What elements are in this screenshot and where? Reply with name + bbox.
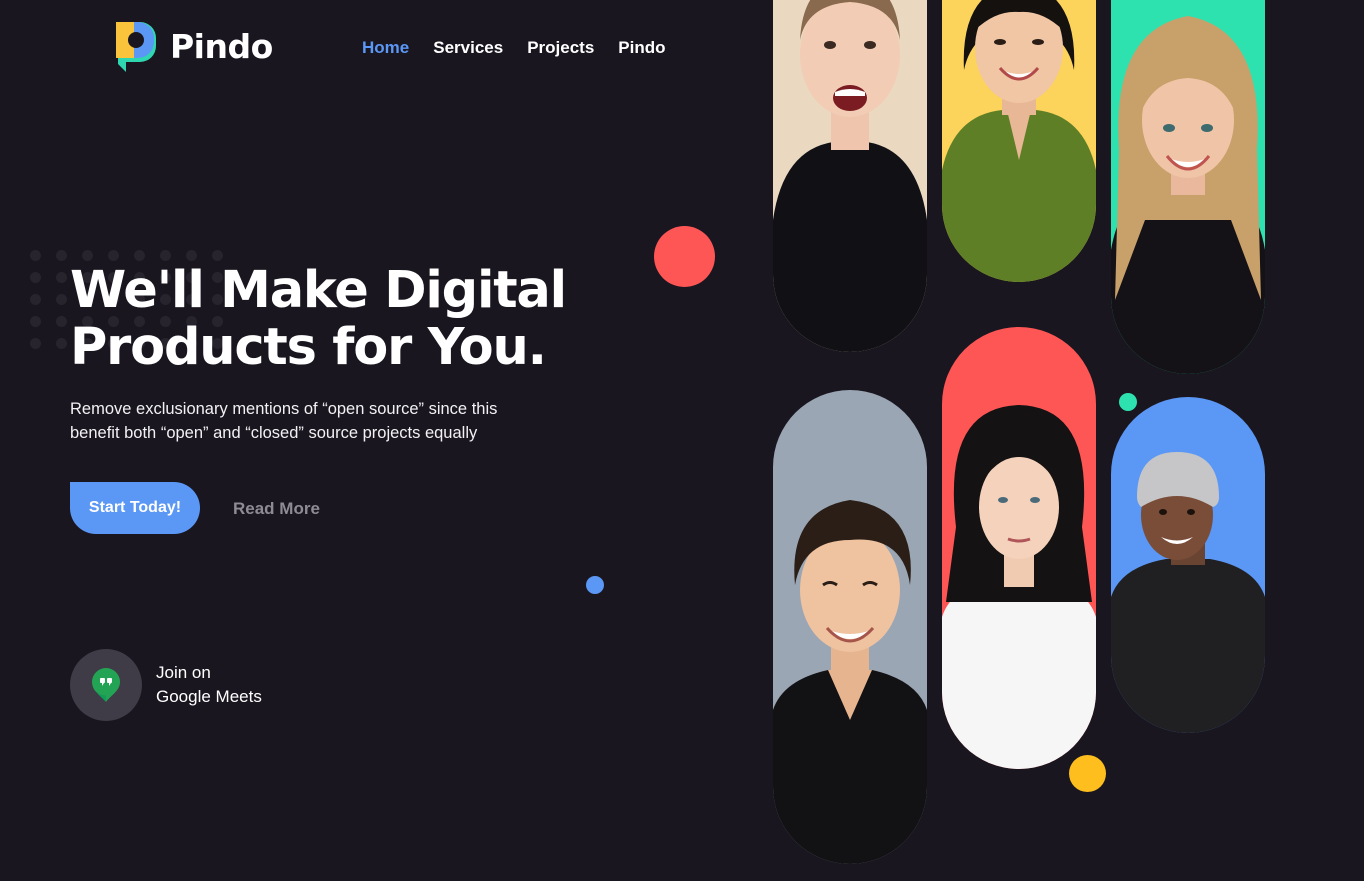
grid-dot	[56, 338, 67, 349]
meet-line-1: Join on	[156, 663, 211, 682]
grid-dot	[30, 294, 41, 305]
google-meets-link[interactable]: Join on Google Meets	[70, 649, 262, 721]
nav-item-pindo[interactable]: Pindo	[618, 38, 665, 58]
grid-dot	[82, 250, 93, 261]
subtext-line-2: benefit both “open” and “closed” source …	[70, 424, 478, 442]
red-circle-decoration	[654, 226, 715, 287]
grid-dot	[30, 338, 41, 349]
grid-dot	[186, 250, 197, 261]
nav-item-services[interactable]: Services	[433, 38, 503, 58]
grid-dot	[56, 272, 67, 283]
hero-headline: We'll Make Digital Products for You.	[70, 262, 650, 376]
nav-item-home[interactable]: Home	[362, 38, 409, 58]
woman-dark-hair-photo	[942, 327, 1096, 769]
main-nav: Home Services Projects Pindo	[362, 38, 666, 58]
man-black-shirt-photo	[773, 390, 927, 864]
hero-subtext: Remove exclusionary mentions of “open so…	[70, 397, 570, 445]
google-meet-icon-wrapper	[70, 649, 142, 721]
grid-dot	[30, 316, 41, 327]
subtext-line-1: Remove exclusionary mentions of “open so…	[70, 400, 498, 418]
pindo-logo-icon	[114, 19, 158, 73]
google-meets-label: Join on Google Meets	[156, 661, 262, 709]
nav-item-projects[interactable]: Projects	[527, 38, 594, 58]
grid-dot	[56, 250, 67, 261]
brand-name: Pindo	[170, 26, 273, 66]
woman-green-shirt-photo	[942, 0, 1096, 282]
read-more-link[interactable]: Read More	[233, 499, 320, 519]
man-beanie-photo	[1111, 397, 1265, 733]
brand-logo[interactable]: Pindo	[114, 19, 273, 73]
start-today-button[interactable]: Start Today!	[70, 482, 200, 534]
grid-dot	[56, 316, 67, 327]
woman-blonde-photo	[1111, 0, 1265, 374]
grid-dot	[56, 294, 67, 305]
grid-dot	[30, 272, 41, 283]
grid-dot	[30, 250, 41, 261]
headline-line-1: We'll Make Digital	[70, 261, 567, 320]
woman-excited-photo	[773, 0, 927, 352]
grid-dot	[160, 250, 171, 261]
meet-line-2: Google Meets	[156, 687, 262, 706]
grid-dot	[212, 250, 223, 261]
grid-dot	[134, 250, 145, 261]
headline-line-2: Products for You.	[70, 318, 547, 377]
blue-dot-decoration	[586, 576, 604, 594]
google-meet-icon	[92, 668, 120, 702]
grid-dot	[108, 250, 119, 261]
